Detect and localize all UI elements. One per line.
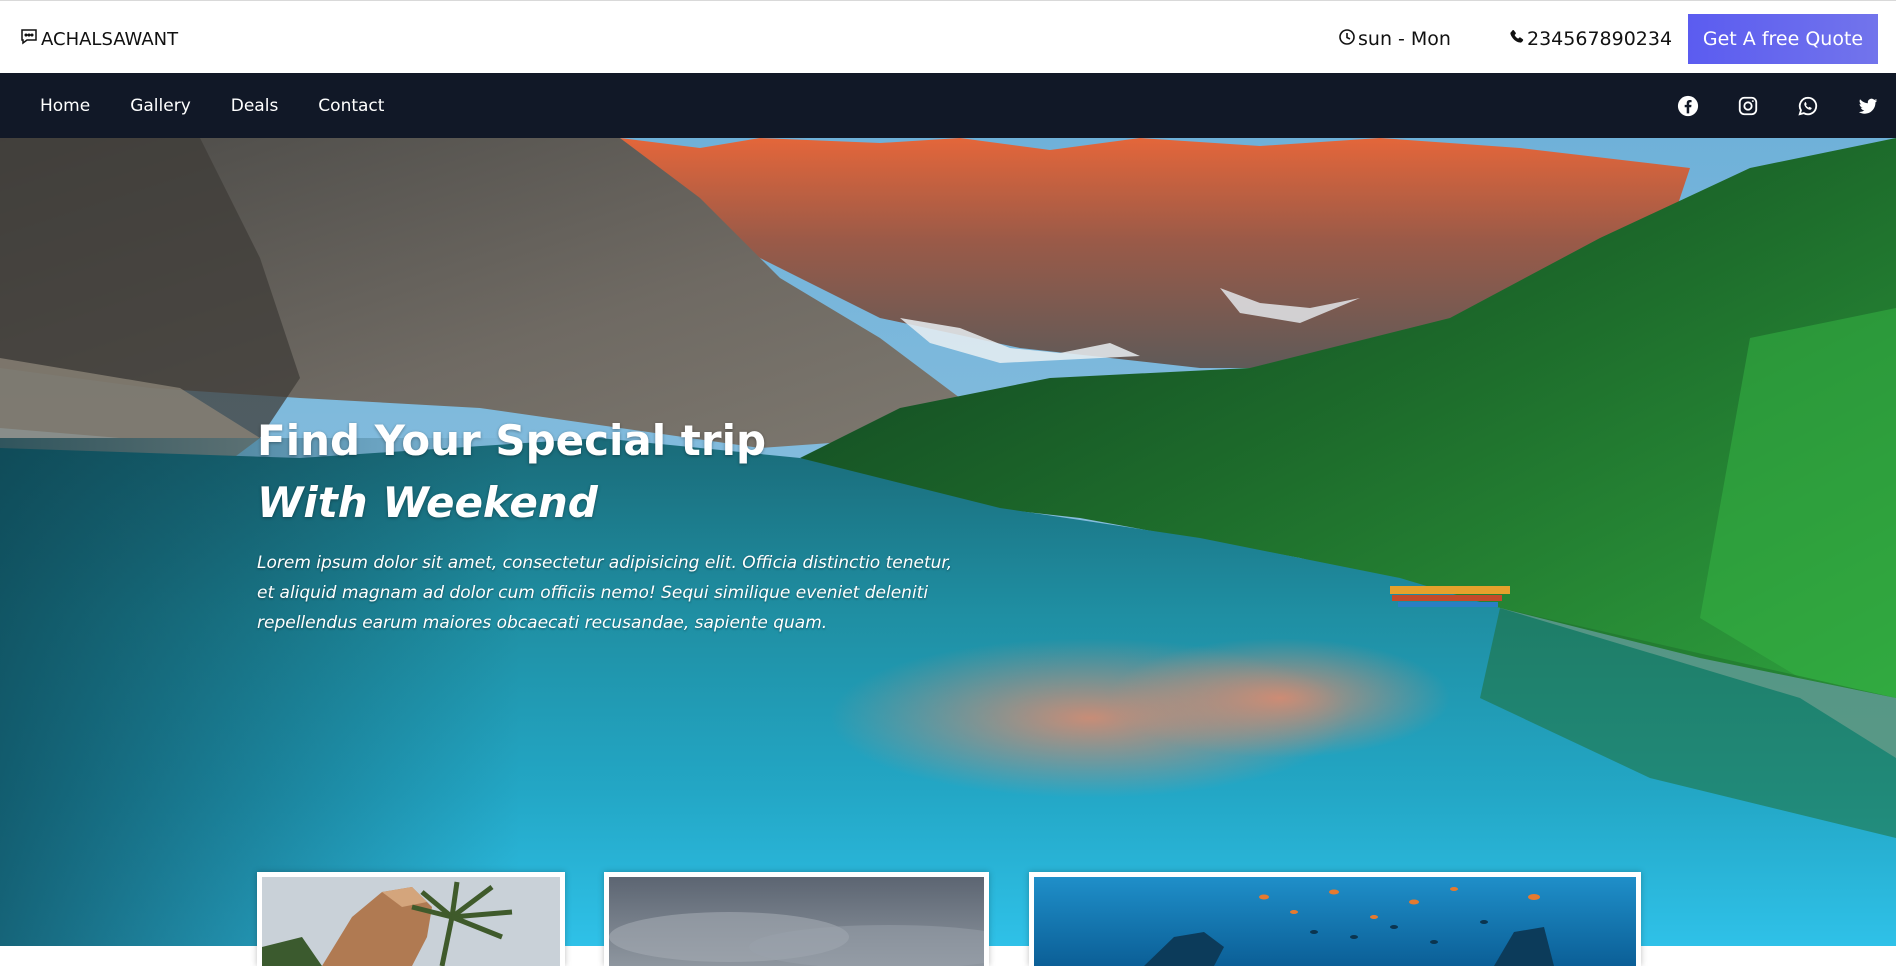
whatsapp-icon[interactable] bbox=[1797, 95, 1819, 117]
twitter-icon[interactable] bbox=[1857, 95, 1879, 117]
main-navbar: Home Gallery Deals Contact bbox=[0, 73, 1896, 138]
nav-link-contact[interactable]: Contact bbox=[318, 96, 384, 116]
top-bar: ACHALSAWANT sun - Mon 234567890234 Get A… bbox=[0, 0, 1896, 73]
gallery-card-underwater[interactable] bbox=[1029, 872, 1641, 966]
phone-number[interactable]: 234567890234 bbox=[1509, 27, 1672, 51]
brand-name: ACHALSAWANT bbox=[41, 28, 179, 50]
cloudy-sky-image bbox=[609, 877, 989, 966]
gallery-card-sky[interactable] bbox=[604, 872, 989, 966]
facebook-icon[interactable] bbox=[1677, 95, 1699, 117]
business-hours: sun - Mon bbox=[1338, 27, 1451, 51]
palm-rock-image bbox=[262, 877, 560, 966]
underwater-diving-image bbox=[1034, 877, 1636, 966]
get-quote-button[interactable]: Get A free Quote bbox=[1688, 14, 1878, 64]
brand[interactable]: ACHALSAWANT bbox=[19, 27, 178, 51]
instagram-icon[interactable] bbox=[1737, 95, 1759, 117]
nav-link-deals[interactable]: Deals bbox=[231, 96, 279, 116]
hero-subtitle: With Weekend bbox=[257, 478, 598, 527]
chat-icon bbox=[19, 27, 39, 52]
hero-title: Find Your Special trip bbox=[257, 416, 767, 465]
social-links bbox=[1677, 73, 1896, 138]
phone-icon bbox=[1509, 28, 1525, 50]
clock-icon bbox=[1338, 28, 1356, 51]
hours-text: sun - Mon bbox=[1358, 28, 1451, 50]
phone-text: 234567890234 bbox=[1527, 28, 1673, 50]
nav-links: Home Gallery Deals Contact bbox=[40, 73, 424, 138]
hero-description: Lorem ipsum dolor sit amet, consectetur … bbox=[257, 553, 953, 633]
nav-link-home[interactable]: Home bbox=[40, 96, 90, 116]
gallery-card-beach[interactable] bbox=[257, 872, 565, 966]
hero-section: Find Your Special trip With Weekend Lore… bbox=[0, 138, 1896, 946]
hero-text: Find Your Special trip With Weekend Lore… bbox=[257, 410, 977, 638]
nav-link-gallery[interactable]: Gallery bbox=[130, 96, 191, 116]
